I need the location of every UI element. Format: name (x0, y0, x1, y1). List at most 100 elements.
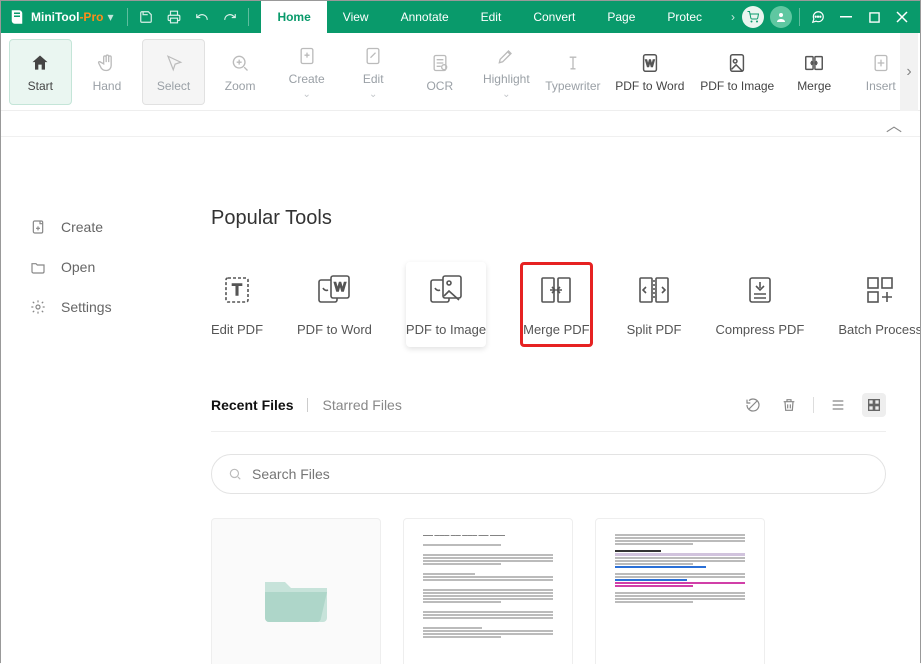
menu-convert[interactable]: Convert (517, 1, 591, 33)
ribbon-create[interactable]: Create ⌄ (275, 39, 338, 105)
search-files[interactable] (211, 454, 886, 494)
ribbon-ocr-label: OCR (426, 79, 453, 93)
menu-home[interactable]: Home (261, 1, 326, 33)
tool-label: PDF to Image (406, 322, 486, 337)
search-icon (228, 467, 242, 481)
edit-icon (361, 44, 385, 68)
tool-label: Split PDF (627, 322, 682, 337)
ribbon-zoom[interactable]: Zoom (209, 39, 272, 105)
search-input[interactable] (252, 466, 869, 482)
dropdown-indicator-icon: ⌄ (302, 90, 310, 100)
sidebar-item-open[interactable]: Open (29, 247, 201, 287)
edit-pdf-icon: T (219, 272, 255, 308)
titlebar-separator (799, 8, 800, 26)
ribbon: Start Hand Select Zoom Create ⌄ Edit ⌄ O… (1, 33, 920, 111)
open-folder-card[interactable] (211, 518, 381, 664)
window-maximize-icon[interactable] (860, 3, 888, 31)
tool-pdf-to-image[interactable]: PDF to Image (406, 262, 486, 347)
tool-merge-pdf[interactable]: Merge PDF (520, 262, 592, 347)
tool-label: Edit PDF (211, 322, 263, 337)
ribbon-collapse-row: ︿ (1, 111, 920, 137)
ribbon-hand[interactable]: Hand (76, 39, 139, 105)
ribbon-hand-label: Hand (93, 79, 122, 93)
delete-icon[interactable] (777, 393, 801, 417)
merge-icon (802, 51, 826, 75)
ribbon-edit-label: Edit (363, 72, 384, 86)
main-content: Popular Tools T Edit PDF W PDF to Word P… (201, 137, 920, 664)
pdf-to-word-large-icon: W (316, 272, 352, 308)
ribbon-typewriter[interactable]: Typewriter (542, 39, 605, 105)
file-plus-icon (29, 218, 47, 236)
window-close-icon[interactable] (888, 3, 916, 31)
pdf-to-image-large-icon (428, 272, 464, 308)
merge-pdf-icon (538, 272, 574, 308)
ribbon-insert-label: Insert (866, 79, 896, 93)
tool-label: Merge PDF (523, 322, 589, 337)
menu-view[interactable]: View (327, 1, 385, 33)
app-title-dropdown-icon[interactable]: ▾ (107, 10, 117, 24)
print-icon[interactable] (162, 5, 186, 29)
collapse-ribbon-icon[interactable]: ︿ (886, 112, 902, 136)
tool-pdf-to-word[interactable]: W PDF to Word (297, 262, 372, 347)
tool-compress-pdf[interactable]: Compress PDF (715, 262, 804, 347)
typewriter-icon (561, 51, 585, 75)
menu-overflow-icon[interactable]: › (731, 10, 735, 24)
shop-icon[interactable] (742, 6, 764, 28)
ribbon-ocr[interactable]: OCR (409, 39, 472, 105)
titlebar: MiniTool-Pro ▾ Home View Annotate Edit C… (1, 1, 920, 33)
tool-batch-process[interactable]: Batch Process (838, 262, 920, 347)
recent-file-card[interactable]: —— ——— —— ——— —— ——— (403, 518, 573, 664)
tab-recent-files[interactable]: Recent Files (211, 397, 293, 413)
ribbon-highlight[interactable]: Highlight ⌄ (475, 39, 538, 105)
list-view-icon[interactable] (826, 393, 850, 417)
dropdown-indicator-icon: ⌄ (502, 90, 510, 100)
ribbon-select-label: Select (157, 79, 190, 93)
split-pdf-icon (636, 272, 672, 308)
ribbon-start[interactable]: Start (9, 39, 72, 105)
menu-page[interactable]: Page (591, 1, 651, 33)
menu-edit[interactable]: Edit (465, 1, 518, 33)
clear-recent-icon[interactable] (741, 393, 765, 417)
ribbon-select[interactable]: Select (142, 39, 205, 105)
ribbon-edit[interactable]: Edit ⌄ (342, 39, 405, 105)
menu-annotate[interactable]: Annotate (385, 1, 465, 33)
gear-icon (29, 298, 47, 316)
tool-edit-pdf[interactable]: T Edit PDF (211, 262, 263, 347)
dropdown-indicator-icon: ⌄ (369, 90, 377, 100)
ribbon-pdf-to-image-label: PDF to Image (700, 79, 774, 93)
menu-protect[interactable]: Protec (651, 1, 718, 33)
ribbon-highlight-label: Highlight (483, 72, 530, 86)
open-folder-icon (261, 570, 331, 626)
sidebar: Create Open Settings (1, 137, 201, 664)
tool-label: PDF to Word (297, 322, 372, 337)
redo-icon[interactable] (218, 5, 242, 29)
cursor-icon (162, 51, 186, 75)
home-icon (28, 51, 52, 75)
sidebar-item-settings[interactable]: Settings (29, 287, 201, 327)
grid-view-icon[interactable] (862, 393, 886, 417)
pdf-to-image-icon (725, 51, 749, 75)
ribbon-zoom-label: Zoom (225, 79, 256, 93)
recent-file-card[interactable] (595, 518, 765, 664)
create-icon (295, 44, 319, 68)
compress-pdf-icon (742, 272, 778, 308)
user-icon[interactable] (770, 6, 792, 28)
tool-split-pdf[interactable]: Split PDF (627, 262, 682, 347)
popular-tools-grid: T Edit PDF W PDF to Word PDF to Image Me… (211, 262, 886, 347)
svg-text:W: W (646, 58, 655, 68)
folder-icon (29, 258, 47, 276)
hand-icon (95, 51, 119, 75)
window-minimize-icon[interactable] (832, 3, 860, 31)
titlebar-right: › (731, 3, 920, 31)
tab-starred-files[interactable]: Starred Files (322, 397, 401, 413)
ribbon-merge[interactable]: Merge (783, 39, 846, 105)
feedback-icon[interactable] (804, 3, 832, 31)
ribbon-pdf-to-word[interactable]: W PDF to Word (608, 39, 691, 105)
sidebar-item-create[interactable]: Create (29, 207, 201, 247)
undo-icon[interactable] (190, 5, 214, 29)
action-divider (813, 397, 814, 413)
ribbon-scroll-right-icon[interactable]: › (900, 33, 918, 111)
save-icon[interactable] (134, 5, 158, 29)
svg-text:W: W (335, 280, 347, 294)
ribbon-pdf-to-image[interactable]: PDF to Image (696, 39, 779, 105)
